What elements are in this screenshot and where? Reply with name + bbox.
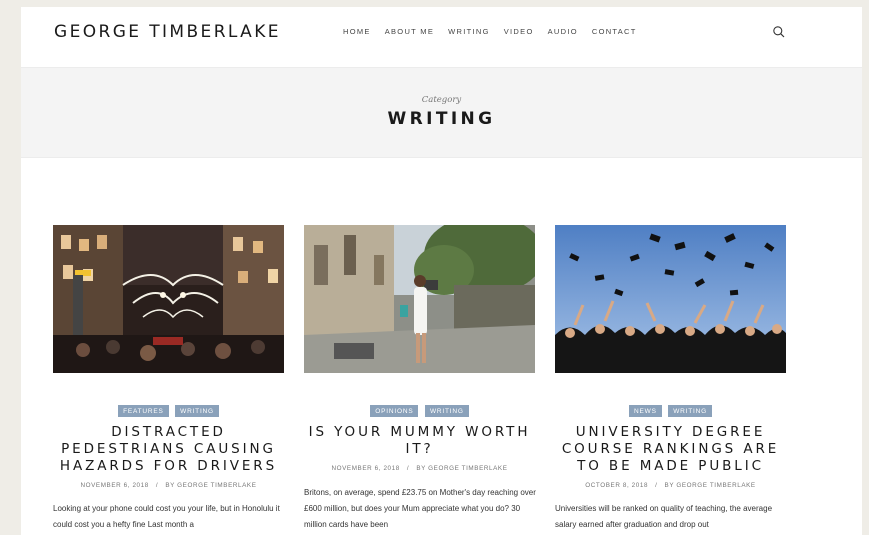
post-date: OCTOBER 8, 2018 bbox=[585, 482, 649, 489]
post-tags: FEATURES WRITING bbox=[53, 400, 284, 418]
main-nav: HOME ABOUT ME WRITING VIDEO AUDIO CONTAC… bbox=[343, 27, 651, 36]
nav-about-me[interactable]: ABOUT ME bbox=[385, 27, 434, 36]
tag-news[interactable]: NEWS bbox=[629, 405, 662, 417]
graduates-image bbox=[555, 225, 786, 373]
post-excerpt: Universities will be ranked on quality o… bbox=[555, 504, 773, 529]
post-title[interactable]: IS YOUR MUMMY WORTH IT? bbox=[304, 424, 535, 458]
post-author[interactable]: BY GEORGE TIMBERLAKE bbox=[665, 482, 756, 489]
tag-writing[interactable]: WRITING bbox=[424, 405, 469, 417]
site-header: GEORGE TIMBERLAKE HOME ABOUT ME WRITING … bbox=[21, 7, 862, 67]
post-card: OPINIONS WRITING IS YOUR MUMMY WORTH IT?… bbox=[304, 225, 536, 529]
post-card: NEWS WRITING UNIVERSITY DEGREE COURSE RA… bbox=[555, 225, 786, 529]
post-thumbnail[interactable] bbox=[53, 225, 284, 373]
post-author[interactable]: BY GEORGE TIMBERLAKE bbox=[165, 482, 256, 489]
post-card: FEATURES WRITING DISTRACTED PEDESTRIANS … bbox=[53, 225, 284, 529]
post-thumbnail[interactable] bbox=[304, 225, 535, 373]
post-title[interactable]: UNIVERSITY DEGREE COURSE RANKINGS ARE TO… bbox=[555, 424, 786, 475]
category-banner: Category WRITING bbox=[21, 67, 862, 158]
post-thumbnail[interactable] bbox=[555, 225, 786, 373]
meta-separator: / bbox=[151, 482, 163, 489]
search-button[interactable] bbox=[772, 25, 786, 39]
post-date: NOVEMBER 6, 2018 bbox=[80, 482, 149, 489]
tag-opinions[interactable]: OPINIONS bbox=[370, 405, 419, 417]
woman-street-image bbox=[304, 225, 535, 373]
tag-features[interactable]: FEATURES bbox=[118, 405, 169, 417]
post-tags: NEWS WRITING bbox=[555, 400, 786, 418]
post-meta: NOVEMBER 6, 2018 / BY GEORGE TIMBERLAKE bbox=[53, 482, 284, 489]
post-meta: OCTOBER 8, 2018 / BY GEORGE TIMBERLAKE bbox=[555, 482, 786, 489]
post-tags: OPINIONS WRITING bbox=[304, 400, 535, 418]
nav-contact[interactable]: CONTACT bbox=[592, 27, 637, 36]
post-excerpt: Looking at your phone could cost you you… bbox=[53, 504, 280, 529]
tag-writing[interactable]: WRITING bbox=[175, 405, 219, 417]
nav-writing[interactable]: WRITING bbox=[448, 27, 490, 36]
meta-separator: / bbox=[650, 482, 663, 489]
nav-video[interactable]: VIDEO bbox=[504, 27, 534, 36]
nav-home[interactable]: HOME bbox=[343, 27, 371, 36]
post-author[interactable]: BY GEORGE TIMBERLAKE bbox=[416, 465, 507, 472]
street-lights-image bbox=[53, 225, 284, 373]
category-label: Category bbox=[421, 95, 462, 105]
search-icon bbox=[773, 26, 785, 38]
post-title[interactable]: DISTRACTED PEDESTRIANS CAUSING HAZARDS F… bbox=[53, 424, 284, 475]
page: GEORGE TIMBERLAKE HOME ABOUT ME WRITING … bbox=[21, 7, 862, 535]
post-excerpt: Britons, on average, spend £23.75 on Mot… bbox=[304, 488, 536, 529]
post-meta: NOVEMBER 6, 2018 / BY GEORGE TIMBERLAKE bbox=[304, 465, 535, 472]
site-title[interactable]: GEORGE TIMBERLAKE bbox=[54, 22, 281, 42]
post-date: NOVEMBER 6, 2018 bbox=[331, 465, 400, 472]
meta-separator: / bbox=[402, 465, 414, 472]
page-title: WRITING bbox=[387, 109, 496, 129]
tag-writing[interactable]: WRITING bbox=[668, 405, 712, 417]
nav-audio[interactable]: AUDIO bbox=[548, 27, 578, 36]
